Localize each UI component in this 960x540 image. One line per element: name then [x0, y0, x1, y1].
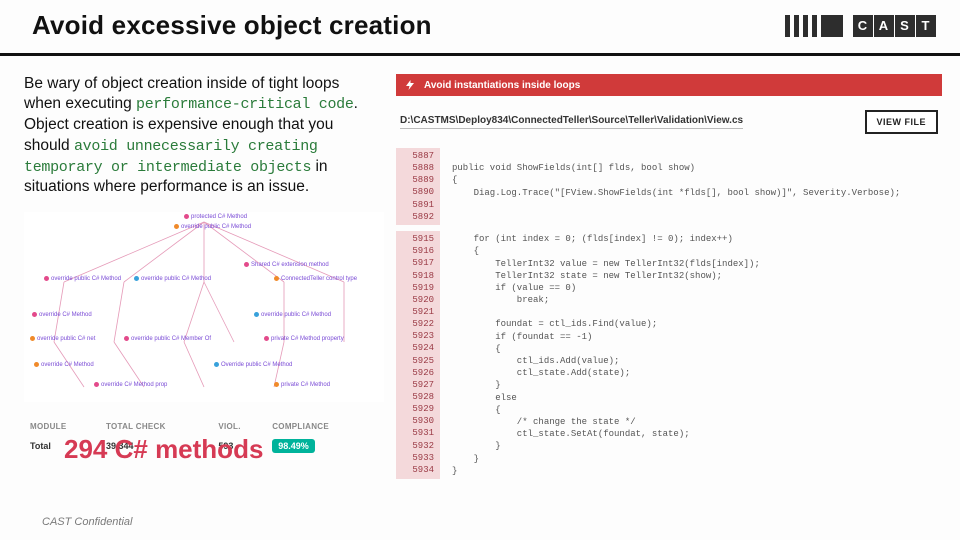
table-row: Total 39,344 593 98.49% — [24, 435, 374, 457]
intro-paragraph: Be wary of object creation inside of tig… — [24, 74, 376, 198]
code-lines-1: public void ShowFields(int[] flds, bool … — [440, 148, 942, 225]
code-lines-2: for (int index = 0; (flds[index] != 0); … — [440, 231, 942, 479]
rule-label: Avoid instantiations inside loops — [424, 80, 580, 91]
cell-total: 39,344 — [100, 435, 212, 457]
col-compliance: COMPLIANCE — [266, 418, 374, 435]
logo-letters: C A S T — [853, 15, 936, 37]
slide-header: Avoid excessive object creation C A S T — [0, 0, 960, 56]
col-viol: VIOL. — [212, 418, 266, 435]
line-gutter-1: 588758885889589058915892 — [396, 148, 440, 225]
logo-letter-t: T — [916, 15, 936, 37]
cell-module: Total — [24, 435, 100, 457]
cell-viol: 593 — [212, 435, 266, 457]
file-path: D:\CASTMS\Deploy834\ConnectedTeller\Sour… — [400, 115, 743, 129]
intro-mono-1: performance-critical code — [136, 96, 354, 113]
view-file-button[interactable]: VIEW FILE — [865, 110, 939, 134]
compliance-badge: 98.49% — [272, 439, 315, 453]
rule-banner: Avoid instantiations inside loops — [396, 74, 942, 96]
logo-bars-icon — [785, 15, 843, 37]
logo-letter-c: C — [853, 15, 873, 37]
col-module: MODULE — [24, 418, 100, 435]
lightning-icon — [404, 79, 416, 91]
footer-confidential: CAST Confidential — [42, 516, 133, 528]
dependency-diagram: protected C# Method override public C# M… — [24, 212, 384, 402]
diagram-lines-icon — [24, 212, 384, 402]
logo-letter-s: S — [895, 15, 915, 37]
code-block-2: 5915591659175918591959205921592259235924… — [396, 231, 942, 479]
cast-logo: C A S T — [785, 15, 936, 37]
compliance-table: MODULE TOTAL CHECK VIOL. COMPLIANCE Tota… — [24, 418, 374, 457]
logo-letter-a: A — [874, 15, 894, 37]
col-total: TOTAL CHECK — [100, 418, 212, 435]
line-gutter-2: 5915591659175918591959205921592259235924… — [396, 231, 440, 479]
code-block-1: 588758885889589058915892 public void Sho… — [396, 148, 942, 225]
page-title: Avoid excessive object creation — [32, 10, 432, 41]
